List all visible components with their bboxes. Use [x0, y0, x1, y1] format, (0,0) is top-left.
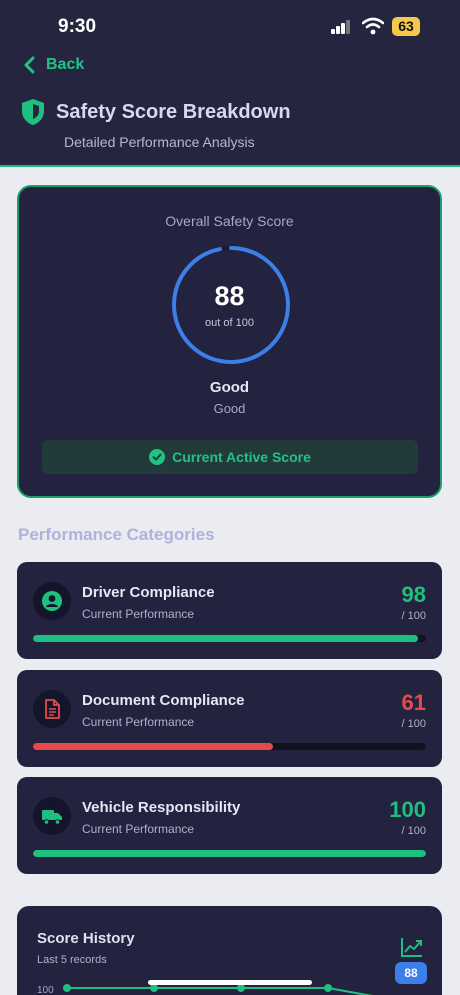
category-max: / 100: [401, 718, 426, 730]
back-button[interactable]: Back: [22, 52, 84, 78]
category-sub: Current Performance: [82, 715, 195, 729]
history-point: [237, 984, 245, 992]
category-name: Driver Compliance: [82, 584, 215, 601]
category-progress-fill: [33, 743, 273, 750]
score-history-title: Score History: [37, 930, 135, 947]
overall-score-card: Overall Safety Score 88 out of 100 Good …: [17, 185, 442, 498]
score-grade: Good: [209, 379, 250, 396]
score-grade-sub: Good: [213, 401, 246, 416]
category-name: Document Compliance: [82, 692, 245, 709]
category-name: Vehicle Responsibility: [82, 799, 241, 816]
back-label: Back: [46, 56, 85, 73]
category-icon-wrap: [33, 797, 71, 835]
overall-score-max: out of 100: [205, 317, 254, 329]
category-progress-track: [33, 635, 426, 642]
overall-score-label: Overall Safety Score: [165, 213, 294, 229]
cellular-signal-icon: [331, 20, 351, 34]
page-subtitle: Detailed Performance Analysis: [64, 134, 255, 150]
category-icon-wrap: [33, 582, 71, 620]
category-progress-fill: [33, 850, 426, 857]
check-circle-icon: [149, 449, 166, 465]
category-card-document-compliance[interactable]: Document Compliance Current Performance …: [17, 670, 442, 767]
category-icon-wrap: [33, 690, 71, 728]
latest-score-badge: 88: [395, 962, 427, 984]
page-title-row: Safety Score Breakdown: [21, 98, 291, 126]
home-indicator[interactable]: [148, 980, 312, 985]
history-point: [63, 984, 71, 992]
history-point: [324, 984, 332, 992]
page-title: Safety Score Breakdown: [56, 100, 291, 123]
category-progress-track: [33, 850, 426, 857]
app-header: 9:30 63 Back Safety Score Breakdown Deta…: [0, 0, 460, 167]
category-sub: Current Performance: [82, 822, 195, 836]
person-icon: [42, 591, 62, 611]
category-value: 61: [401, 690, 426, 715]
score-history-subtitle: Last 5 records: [37, 954, 107, 966]
trending-up-icon: [401, 938, 422, 957]
wifi-icon: [362, 17, 384, 35]
history-axis-label-top: 100: [37, 985, 54, 995]
status-time: 9:30: [58, 16, 97, 37]
category-max: / 100: [401, 825, 426, 837]
category-value: 98: [401, 582, 426, 607]
shield-icon: [22, 99, 44, 125]
active-score-label: Current Active Score: [172, 449, 311, 465]
history-point: [150, 984, 158, 992]
category-card-vehicle-responsibility[interactable]: Vehicle Responsibility Current Performan…: [17, 777, 442, 874]
document-icon: [45, 699, 60, 719]
battery-indicator: 63: [392, 17, 420, 36]
status-bar: 9:30 63: [0, 0, 460, 54]
category-progress-fill: [33, 635, 419, 642]
categories-section-title: Performance Categories: [18, 525, 215, 544]
category-card-driver-compliance[interactable]: Driver Compliance Current Performance 98…: [17, 562, 442, 659]
category-sub: Current Performance: [82, 607, 195, 621]
chevron-left-icon: [24, 56, 35, 74]
category-max: / 100: [401, 610, 426, 622]
category-progress-track: [33, 743, 426, 750]
truck-icon: [42, 810, 62, 825]
category-value: 100: [389, 797, 426, 822]
overall-score-value: 88: [214, 281, 245, 311]
active-score-badge: Current Active Score: [42, 440, 418, 474]
